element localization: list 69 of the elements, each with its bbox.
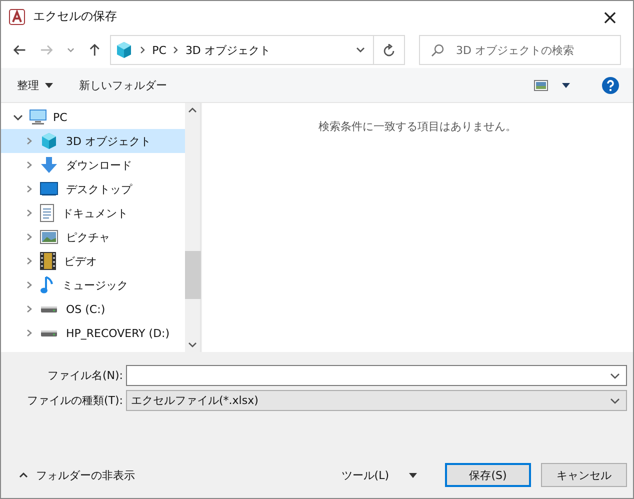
view-icon[interactable] (534, 80, 548, 90)
tree-item[interactable]: ドキュメント (1, 201, 185, 225)
breadcrumb-item[interactable]: PC (152, 44, 166, 56)
computer-icon (29, 109, 47, 125)
tree-item[interactable]: デスクトップ (1, 177, 185, 201)
caret-down-icon (409, 472, 417, 478)
scrollbar[interactable] (185, 103, 201, 352)
cube-icon (115, 41, 134, 59)
window-title: エクセルの保存 (33, 8, 117, 25)
tree-item[interactable]: HP_RECOVERY (D:) (1, 321, 185, 345)
drive-icon (40, 306, 58, 312)
chevron-right-icon[interactable] (27, 281, 32, 289)
refresh-icon (383, 44, 396, 56)
refresh-button[interactable] (374, 35, 405, 65)
help-icon[interactable] (602, 76, 619, 94)
drive-icon (40, 330, 58, 336)
tree-item[interactable]: 3D オブジェクト (1, 129, 185, 153)
hide-folders-button[interactable]: フォルダーの非表示 (13, 466, 141, 484)
cube-icon (40, 132, 58, 150)
chevron-down-icon (610, 398, 620, 404)
file-name-field[interactable] (126, 365, 627, 386)
music-note-icon (40, 276, 54, 294)
new-folder-button[interactable]: 新しいフォルダー (73, 76, 173, 94)
film-icon (40, 252, 56, 270)
tree-item[interactable]: ビデオ (1, 249, 185, 273)
chevron-right-icon[interactable] (27, 161, 32, 169)
save-button[interactable]: 保存(S) (445, 463, 531, 487)
breadcrumb-item[interactable]: 3D オブジェクト (185, 42, 270, 58)
chevron-right-icon (173, 46, 178, 54)
address-bar[interactable]: PC 3D オブジェクト (110, 35, 374, 65)
chevron-down-icon[interactable] (356, 47, 366, 53)
picture-icon (40, 230, 58, 244)
tree-item[interactable]: OS (C:) (1, 297, 185, 321)
up-arrow-icon[interactable] (88, 43, 100, 57)
chevron-right-icon[interactable] (27, 305, 32, 313)
close-button[interactable]: × (587, 1, 633, 32)
empty-message: 検索条件に一致する項目はありません。 (318, 119, 516, 133)
chevron-right-icon[interactable] (27, 329, 32, 337)
document-icon (40, 204, 54, 222)
caret-down-icon (45, 82, 53, 88)
chevron-right-icon[interactable] (27, 233, 32, 241)
chevron-right-icon (140, 46, 146, 54)
caret-down-icon[interactable] (562, 82, 570, 88)
chevron-down-icon[interactable] (13, 114, 23, 120)
scroll-down-icon[interactable] (188, 342, 197, 348)
scrollbar-thumb[interactable] (184, 251, 200, 299)
scroll-up-icon[interactable] (188, 107, 197, 113)
search-field[interactable]: 3D オブジェクトの検索 (419, 35, 621, 65)
chevron-up-icon (19, 472, 28, 478)
back-arrow-icon[interactable] (13, 44, 26, 56)
tree-item[interactable]: ダウンロード (1, 153, 185, 177)
tree-item[interactable]: ミュージック (1, 273, 185, 297)
monitor-icon (40, 182, 58, 196)
file-name-label: ファイル名(N): (46, 368, 124, 383)
down-arrow-icon (40, 156, 58, 174)
chevron-right-icon[interactable] (27, 209, 32, 217)
chevron-right-icon[interactable] (27, 257, 32, 265)
organize-button[interactable]: 整理 (11, 76, 59, 94)
tree-item[interactable]: PC (1, 105, 185, 129)
chevron-right-icon[interactable] (27, 185, 32, 193)
cancel-button[interactable]: キャンセル (541, 463, 627, 487)
chevron-right-icon[interactable] (27, 137, 32, 145)
forward-arrow-icon[interactable] (40, 44, 54, 56)
chevron-down-icon[interactable] (610, 373, 620, 379)
tree-item[interactable]: ピクチャ (1, 225, 185, 249)
file-type-label: ファイルの種類(T): (26, 393, 124, 408)
tools-button[interactable]: ツール(L) (335, 466, 423, 484)
file-type-dropdown[interactable]: エクセルファイル(*.xlsx) (126, 390, 627, 411)
app-icon (9, 8, 25, 24)
